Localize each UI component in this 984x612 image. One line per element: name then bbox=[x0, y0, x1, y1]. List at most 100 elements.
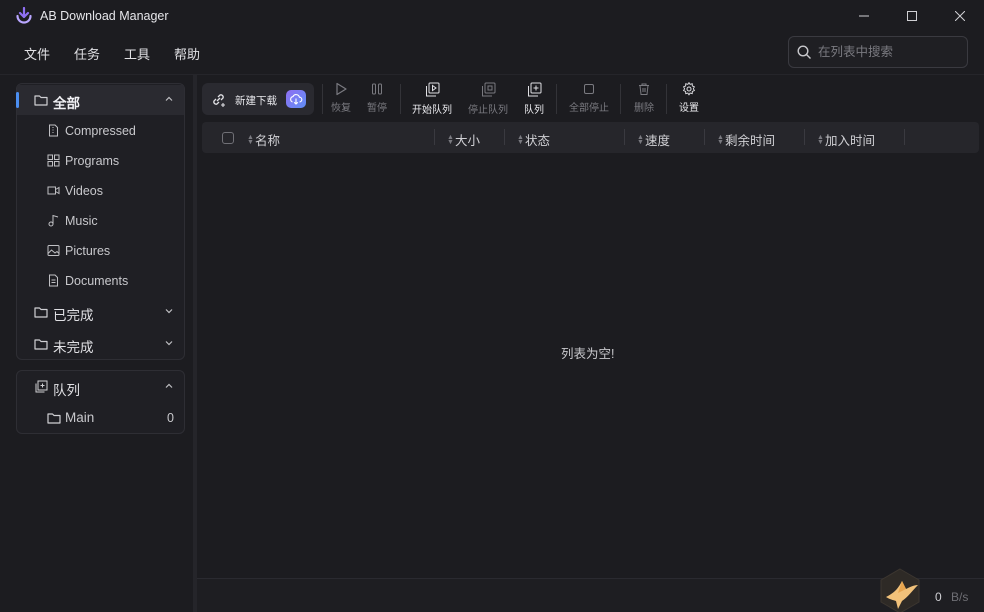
settings-button[interactable]: 设置 bbox=[677, 82, 701, 116]
queues-header[interactable]: 队列 bbox=[17, 372, 184, 402]
music-icon bbox=[48, 214, 59, 227]
category-unfinished[interactable]: 未完成 bbox=[17, 329, 184, 359]
link-add-icon bbox=[213, 94, 225, 107]
stop-queue-button[interactable]: 停止队列 bbox=[466, 82, 510, 116]
start-queue-button[interactable]: 开始队列 bbox=[410, 82, 454, 116]
sort-icon: ▲ ▼ bbox=[817, 133, 824, 146]
column-resize-handle[interactable] bbox=[434, 129, 435, 145]
folder-icon bbox=[47, 413, 61, 424]
search-input[interactable] bbox=[818, 45, 958, 59]
bird-mascot-icon bbox=[880, 568, 920, 612]
column-speed-header[interactable]: ▲ ▼ 速度 bbox=[637, 130, 670, 149]
toolbar-divider bbox=[666, 84, 667, 114]
sort-icon: ▲ ▼ bbox=[517, 133, 524, 146]
stop-all-button[interactable]: 全部停止 bbox=[567, 82, 611, 116]
cloud-download-button[interactable] bbox=[286, 90, 306, 108]
menu-tasks[interactable]: 任务 bbox=[62, 40, 112, 64]
menu-tools[interactable]: 工具 bbox=[112, 40, 162, 64]
categories-panel: 全部 Compressed Programs Videos Music Pict… bbox=[16, 83, 185, 360]
category-compressed[interactable]: Compressed bbox=[17, 116, 184, 146]
column-size-header[interactable]: ▲ ▼ 大小 bbox=[447, 130, 480, 149]
column-resize-handle[interactable] bbox=[624, 129, 625, 145]
chevron-up-icon[interactable] bbox=[164, 94, 174, 104]
menu-bar: 文件 任务 工具 帮助 bbox=[12, 40, 212, 64]
search-box[interactable] bbox=[788, 36, 968, 68]
category-videos[interactable]: Videos bbox=[17, 176, 184, 206]
title-bar: AB Download Manager bbox=[0, 0, 984, 32]
app-title: AB Download Manager bbox=[40, 9, 169, 23]
app-logo-icon bbox=[16, 7, 32, 24]
settings-label: 设置 bbox=[679, 103, 699, 114]
column-resize-handle[interactable] bbox=[804, 129, 805, 145]
category-all[interactable]: 全部 bbox=[16, 85, 184, 115]
play-icon bbox=[336, 82, 347, 96]
chevron-down-icon[interactable] bbox=[164, 306, 174, 316]
category-programs-label: Programs bbox=[65, 154, 120, 168]
stop-all-label: 全部停止 bbox=[569, 103, 609, 114]
category-pictures[interactable]: Pictures bbox=[17, 236, 184, 266]
column-size-label: 大小 bbox=[455, 134, 481, 148]
sidebar-splitter[interactable] bbox=[193, 75, 197, 612]
category-documents[interactable]: Documents bbox=[17, 266, 184, 296]
column-resize-handle[interactable] bbox=[904, 129, 905, 145]
minimize-icon bbox=[859, 15, 869, 17]
start-queue-label: 开始队列 bbox=[412, 105, 452, 116]
queues-label: 队列 bbox=[53, 383, 80, 398]
status-bar bbox=[197, 578, 984, 612]
menu-file[interactable]: 文件 bbox=[12, 40, 62, 64]
pause-label: 暂停 bbox=[367, 103, 387, 114]
download-table-header: ▲ ▼ 名称 ▲ ▼ 大小 ▲ ▼ 状态 ▲ ▼ 速度 ▲ ▼ 剩余时间 ▲ ▼ 加入时间 bbox=[202, 122, 979, 153]
column-resize-handle[interactable] bbox=[504, 129, 505, 145]
new-download-label: 新建下载 bbox=[235, 95, 277, 107]
chevron-up-icon[interactable] bbox=[164, 381, 174, 391]
category-music[interactable]: Music bbox=[17, 206, 184, 236]
queue-button[interactable]: 队列 bbox=[522, 82, 546, 116]
close-button[interactable] bbox=[948, 6, 972, 26]
download-speed-value: 0 bbox=[935, 590, 942, 604]
stop-icon bbox=[584, 84, 594, 94]
toolbar-divider bbox=[620, 84, 621, 114]
cloud-download-icon bbox=[290, 94, 303, 105]
toolbar-divider bbox=[322, 84, 323, 114]
menu-help[interactable]: 帮助 bbox=[162, 40, 212, 64]
folder-icon bbox=[34, 307, 48, 318]
queue-label: 队列 bbox=[524, 105, 544, 116]
maximize-button[interactable] bbox=[900, 6, 924, 26]
close-icon bbox=[955, 11, 965, 21]
pause-icon bbox=[372, 83, 382, 95]
queues-panel: 队列 Main 0 bbox=[16, 370, 185, 434]
queue-item-main[interactable]: Main 0 bbox=[17, 403, 184, 433]
search-icon bbox=[797, 44, 811, 59]
queue-item-count: 0 bbox=[167, 411, 174, 425]
column-status-label: 状态 bbox=[525, 134, 551, 148]
video-icon bbox=[47, 186, 60, 195]
column-added-header[interactable]: ▲ ▼ 加入时间 bbox=[817, 130, 875, 149]
header-divider bbox=[0, 74, 984, 75]
column-speed-label: 速度 bbox=[645, 134, 671, 148]
category-programs[interactable]: Programs bbox=[17, 146, 184, 176]
resume-label: 恢复 bbox=[331, 103, 351, 114]
queue-stop-icon bbox=[482, 82, 496, 97]
column-status-header[interactable]: ▲ ▼ 状态 bbox=[517, 130, 550, 149]
column-name-label: 名称 bbox=[255, 134, 281, 148]
category-unfinished-label: 未完成 bbox=[53, 340, 94, 355]
column-resize-handle[interactable] bbox=[704, 129, 705, 145]
new-download-button[interactable]: 新建下载 bbox=[202, 83, 314, 115]
category-completed-label: 已完成 bbox=[53, 308, 94, 323]
category-completed[interactable]: 已完成 bbox=[17, 297, 184, 327]
column-name-header[interactable]: ▲ ▼ 名称 bbox=[247, 130, 280, 149]
resume-button[interactable]: 恢复 bbox=[329, 82, 353, 116]
trash-icon bbox=[639, 83, 649, 95]
empty-list-message: 列表为空! bbox=[561, 347, 615, 361]
queue-icon bbox=[528, 82, 542, 97]
column-added-label: 加入时间 bbox=[825, 134, 876, 148]
column-remaining-header[interactable]: ▲ ▼ 剩余时间 bbox=[717, 130, 775, 149]
chevron-down-icon[interactable] bbox=[164, 338, 174, 348]
queue-start-icon bbox=[426, 82, 440, 97]
delete-button[interactable]: 删除 bbox=[632, 82, 656, 116]
file-zip-icon bbox=[49, 124, 58, 137]
pause-button[interactable]: 暂停 bbox=[365, 82, 389, 116]
folder-icon bbox=[34, 339, 48, 350]
minimize-button[interactable] bbox=[852, 6, 876, 26]
select-all-checkbox[interactable] bbox=[222, 132, 234, 144]
